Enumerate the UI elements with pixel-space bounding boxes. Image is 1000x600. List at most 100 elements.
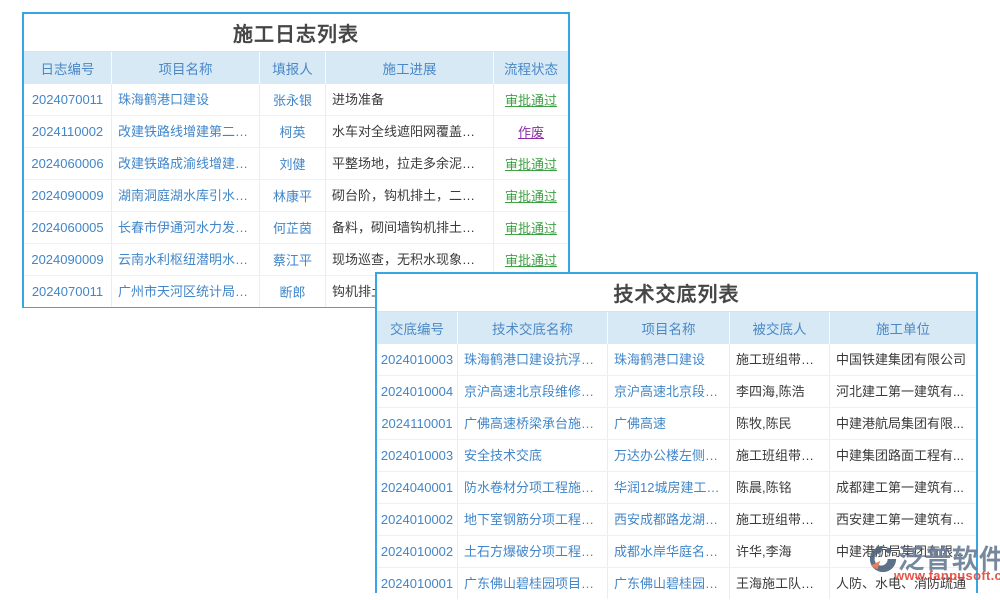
cell-project[interactable]: 广州市天河区统计局机房...	[112, 276, 260, 307]
cell-project[interactable]: 湖南洞庭湖水库引水工程...	[112, 180, 260, 211]
cell-project[interactable]: 改建铁路线增建第二线直...	[112, 116, 260, 147]
cell-reporter[interactable]: 蔡江平	[260, 244, 326, 275]
cell-id[interactable]: 2024110001	[377, 408, 458, 439]
cell-progress: 水车对全线遮阳网覆盖点进...	[326, 116, 494, 147]
cell-id[interactable]: 2024010004	[377, 376, 458, 407]
cell-name[interactable]: 安全技术交底	[458, 440, 608, 471]
cell-receiver: 施工班组带班...	[730, 440, 830, 471]
cell-progress: 现场巡查，无积水现象，水...	[326, 244, 494, 275]
cell-project[interactable]: 万达办公楼左侧A...	[608, 440, 730, 471]
cell-unit: 河北建工第一建筑有...	[830, 376, 976, 407]
cell-unit: 西安建工第一建筑有...	[830, 504, 976, 535]
cell-project[interactable]: 成都水岸华庭名苑...	[608, 536, 730, 567]
cell-id[interactable]: 2024070011	[24, 276, 112, 307]
cell-reporter[interactable]: 柯英	[260, 116, 326, 147]
cell-unit: 中建集团路面工程有...	[830, 440, 976, 471]
cell-name[interactable]: 防水卷材分项工程施工技...	[458, 472, 608, 503]
table-row[interactable]: 2024110002改建铁路线增建第二线直...柯英水车对全线遮阳网覆盖点进..…	[24, 116, 568, 148]
column-header: 流程状态	[494, 52, 568, 84]
cell-reporter[interactable]: 断郎	[260, 276, 326, 307]
table-row[interactable]: 2024060006改建铁路成渝线增建第二...刘健平整场地，拉走多余泥土15.…	[24, 148, 568, 180]
cell-project[interactable]: 云南水利枢纽潜明水库一...	[112, 244, 260, 275]
cell-progress: 砌台阶，钩机排土，二包砌...	[326, 180, 494, 211]
cell-id[interactable]: 2024060006	[24, 148, 112, 179]
cell-status: 审批通过	[494, 180, 568, 211]
technical-disclosure-table-panel: 技术交底列表 交底编号技术交底名称项目名称被交底人施工单位 2024010003…	[375, 272, 978, 593]
column-header: 施工进展	[326, 52, 494, 84]
column-header: 项目名称	[608, 312, 730, 344]
table-row[interactable]: 2024010002土石方爆破分项工程施工...成都水岸华庭名苑...许华,李海…	[377, 536, 976, 568]
cell-name[interactable]: 广东佛山碧桂园项目人防...	[458, 568, 608, 599]
cell-project[interactable]: 广东佛山碧桂园项目	[608, 568, 730, 599]
column-header: 技术交底名称	[458, 312, 608, 344]
cell-unit: 成都建工第一建筑有...	[830, 472, 976, 503]
cell-project[interactable]: 改建铁路成渝线增建第二...	[112, 148, 260, 179]
cell-id[interactable]: 2024110002	[24, 116, 112, 147]
table-row[interactable]: 2024010003安全技术交底万达办公楼左侧A...施工班组带班...中建集团…	[377, 440, 976, 472]
technical-disclosure-table-body: 2024010003珠海鹤港口建设抗浮锚杆...珠海鹤港口建设施工班组带班...…	[377, 344, 976, 599]
cell-status: 审批通过	[494, 212, 568, 243]
cell-project[interactable]: 京沪高速北京段维修	[608, 376, 730, 407]
table-row[interactable]: 2024060005长春市伊通河水力发电厂...何芷茵备料，砌间墙钩机排土，瓦.…	[24, 212, 568, 244]
cell-id[interactable]: 2024060005	[24, 212, 112, 243]
table-row[interactable]: 2024010002地下室钢筋分项工程施工...西安成都路龙湖上...施工班组带…	[377, 504, 976, 536]
cell-reporter[interactable]: 刘健	[260, 148, 326, 179]
technical-disclosure-table-title: 技术交底列表	[377, 274, 976, 312]
cell-reporter[interactable]: 张永银	[260, 84, 326, 115]
cell-id[interactable]: 2024010002	[377, 536, 458, 567]
table-row[interactable]: 2024010003珠海鹤港口建设抗浮锚杆...珠海鹤港口建设施工班组带班...…	[377, 344, 976, 376]
cell-status: 审批通过	[494, 84, 568, 115]
cell-progress: 备料，砌间墙钩机排土，瓦...	[326, 212, 494, 243]
cell-id[interactable]: 2024010003	[377, 344, 458, 375]
cell-receiver: 施工班组带班...	[730, 504, 830, 535]
table-row[interactable]: 2024010001广东佛山碧桂园项目人防...广东佛山碧桂园项目王海施工队全队…	[377, 568, 976, 599]
status-link[interactable]: 审批通过	[505, 218, 557, 237]
cell-id[interactable]: 2024070011	[24, 84, 112, 115]
status-link[interactable]: 审批通过	[505, 250, 557, 269]
cell-unit: 中建港航局集团有限...	[830, 536, 976, 567]
cell-id[interactable]: 2024010001	[377, 568, 458, 599]
table-row[interactable]: 2024090009湖南洞庭湖水库引水工程...林康平砌台阶，钩机排土，二包砌.…	[24, 180, 568, 212]
column-header: 填报人	[260, 52, 326, 84]
cell-reporter[interactable]: 林康平	[260, 180, 326, 211]
cell-name[interactable]: 土石方爆破分项工程施工...	[458, 536, 608, 567]
cell-receiver: 施工班组带班...	[730, 344, 830, 375]
cell-project[interactable]: 珠海鹤港口建设	[608, 344, 730, 375]
construction-log-table-header: 日志编号项目名称填报人施工进展流程状态	[24, 52, 568, 84]
cell-status: 作废	[494, 116, 568, 147]
cell-project[interactable]: 西安成都路龙湖上...	[608, 504, 730, 535]
cell-id[interactable]: 2024010003	[377, 440, 458, 471]
table-row[interactable]: 2024110001广佛高速桥梁承台施工技...广佛高速陈牧,陈民中建港航局集团…	[377, 408, 976, 440]
cell-project[interactable]: 长春市伊通河水力发电厂...	[112, 212, 260, 243]
cell-receiver: 王海施工队全队	[730, 568, 830, 599]
table-row[interactable]: 2024040001防水卷材分项工程施工技...华润12城房建工程...陈晨,陈…	[377, 472, 976, 504]
table-row[interactable]: 2024070011珠海鹤港口建设张永银进场准备审批通过	[24, 84, 568, 116]
cell-unit: 中国铁建集团有限公司	[830, 344, 976, 375]
status-link[interactable]: 作废	[518, 122, 544, 141]
cell-receiver: 陈晨,陈铭	[730, 472, 830, 503]
cell-receiver: 李四海,陈浩	[730, 376, 830, 407]
cell-id[interactable]: 2024010002	[377, 504, 458, 535]
construction-log-table-title: 施工日志列表	[24, 14, 568, 52]
cell-name[interactable]: 珠海鹤港口建设抗浮锚杆...	[458, 344, 608, 375]
construction-log-table-panel: 施工日志列表 日志编号项目名称填报人施工进展流程状态 2024070011珠海鹤…	[22, 12, 570, 308]
cell-id[interactable]: 2024090009	[24, 244, 112, 275]
status-link[interactable]: 审批通过	[505, 154, 557, 173]
cell-receiver: 陈牧,陈民	[730, 408, 830, 439]
cell-progress: 平整场地，拉走多余泥土15...	[326, 148, 494, 179]
cell-project[interactable]: 广佛高速	[608, 408, 730, 439]
cell-id[interactable]: 2024090009	[24, 180, 112, 211]
column-header: 交底编号	[377, 312, 458, 344]
status-link[interactable]: 审批通过	[505, 90, 557, 109]
cell-name[interactable]: 京沪高速北京段维修桩帽...	[458, 376, 608, 407]
cell-progress: 进场准备	[326, 84, 494, 115]
cell-project[interactable]: 华润12城房建工程...	[608, 472, 730, 503]
status-link[interactable]: 审批通过	[505, 186, 557, 205]
table-row[interactable]: 2024010004京沪高速北京段维修桩帽...京沪高速北京段维修李四海,陈浩河…	[377, 376, 976, 408]
cell-id[interactable]: 2024040001	[377, 472, 458, 503]
cell-unit: 中建港航局集团有限...	[830, 408, 976, 439]
cell-name[interactable]: 广佛高速桥梁承台施工技...	[458, 408, 608, 439]
cell-reporter[interactable]: 何芷茵	[260, 212, 326, 243]
cell-project[interactable]: 珠海鹤港口建设	[112, 84, 260, 115]
cell-name[interactable]: 地下室钢筋分项工程施工...	[458, 504, 608, 535]
